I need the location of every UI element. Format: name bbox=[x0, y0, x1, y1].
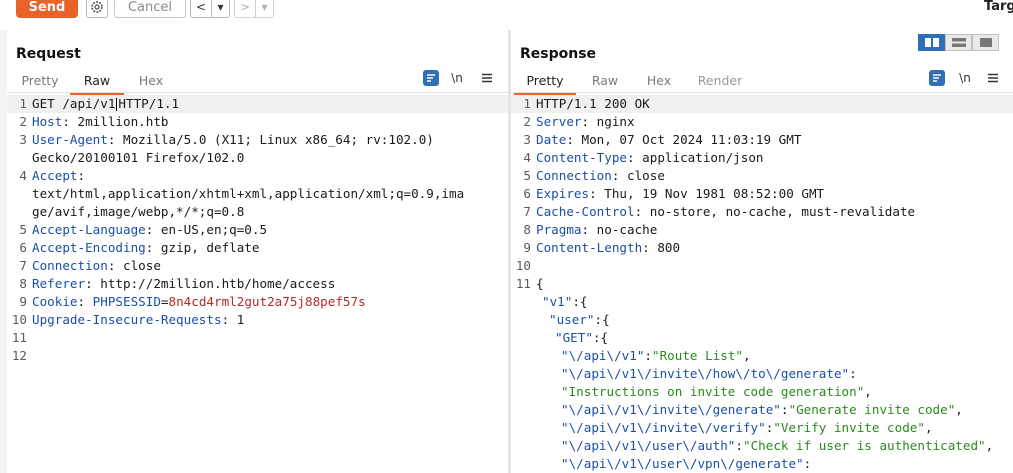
response-tab-raw[interactable]: Raw bbox=[576, 70, 634, 92]
json-line: "GET":{ bbox=[555, 330, 609, 345]
request-panel: Request Pretty Raw Hex \n 1 GET /api/v1 HT… bbox=[7, 30, 508, 473]
json-line: "\/api\/v1\/user\/auth":"Check if user i… bbox=[561, 438, 994, 453]
request-line-wrap: text/html,application/xhtml+xml,applicat… bbox=[32, 186, 465, 201]
left-edge-strip bbox=[0, 30, 7, 473]
response-tabs: Pretty Raw Hex Render bbox=[514, 70, 756, 95]
request-tabs: Pretty Raw Hex bbox=[10, 70, 178, 95]
forward-history-dropdown[interactable]: ▾ bbox=[256, 0, 273, 17]
json-line: "\/api\/v1\/user\/vpn\/generate": bbox=[561, 456, 812, 471]
single-pane-icon bbox=[979, 38, 992, 47]
request-tab-hex[interactable]: Hex bbox=[124, 70, 178, 92]
json-line: "user":{ bbox=[549, 312, 610, 327]
response-line: 4 Content-Type: application/json bbox=[523, 150, 764, 165]
response-line: 11{ bbox=[515, 276, 544, 291]
request-line: 11 bbox=[11, 330, 27, 345]
top-toolbar: Send Cancel < ▾ > ▾ Targ bbox=[0, 0, 1013, 22]
json-line: "v1":{ bbox=[542, 294, 588, 309]
forward-nav-group: > ▾ bbox=[234, 0, 274, 18]
request-line: 10 Upgrade-Insecure-Requests: 1 bbox=[11, 312, 245, 327]
back-history-dropdown[interactable]: ▾ bbox=[212, 0, 229, 17]
request-line-wrap: ge/avif,image/webp,*/*;q=0.8 bbox=[32, 204, 245, 219]
request-menu-button[interactable] bbox=[479, 70, 495, 86]
json-line: "\/api\/v1\/invite\/generate":"Generate … bbox=[561, 402, 963, 417]
columns-icon bbox=[924, 38, 939, 47]
request-line: 7 Connection: close bbox=[19, 258, 161, 273]
response-line: 3 Date: Mon, 07 Oct 2024 11:03:19 GMT bbox=[523, 132, 802, 147]
request-line: 3 User-Agent: Mozilla/5.0 (X11; Linux x86… bbox=[19, 132, 434, 147]
back-nav-group: < ▾ bbox=[190, 0, 230, 18]
request-line-wrap: Gecko/20100101 Firefox/102.0 bbox=[32, 150, 245, 165]
json-line: "\/api\/v1\/invite\/how\/to\/generate": bbox=[561, 366, 857, 381]
target-label[interactable]: Targ bbox=[984, 0, 1013, 14]
json-line: "Instructions on invite code generation"… bbox=[561, 384, 872, 399]
response-line: 8 Pragma: no-cache bbox=[523, 222, 658, 237]
response-pretty-format-button[interactable] bbox=[929, 70, 945, 86]
response-newline-toggle[interactable]: \n bbox=[957, 70, 973, 86]
request-line: 5 Accept-Language: en-US,en;q=0.5 bbox=[19, 222, 268, 237]
response-line: 2 Server: nginx bbox=[523, 114, 635, 129]
request-tab-underline bbox=[7, 92, 508, 93]
response-tab-underline bbox=[511, 92, 1013, 93]
layout-tabs-button[interactable] bbox=[972, 34, 999, 51]
settings-gear-button[interactable] bbox=[86, 0, 108, 18]
response-line: 6 Expires: Thu, 19 Nov 1981 08:52:00 GMT bbox=[523, 186, 825, 201]
request-line: 6 Accept-Encoding: gzip, deflate bbox=[19, 240, 260, 255]
response-menu-button[interactable] bbox=[985, 70, 1001, 86]
rows-icon bbox=[951, 38, 966, 47]
back-button[interactable]: < bbox=[191, 0, 212, 17]
response-line: 7 Cache-Control: no-store, no-cache, must… bbox=[523, 204, 916, 219]
request-line: 12 bbox=[11, 348, 27, 363]
response-line: 5 Connection: close bbox=[523, 168, 665, 183]
forward-button[interactable]: > bbox=[235, 0, 256, 17]
json-line: "\/api\/v1\/invite\/verify":"Verify invi… bbox=[561, 420, 933, 435]
response-editor[interactable]: 1 HTTP/1.1 200 OK 2 Server: nginx 3 Date: M… bbox=[511, 95, 1013, 473]
request-newline-toggle[interactable]: \n bbox=[449, 70, 465, 86]
response-line: 1 HTTP/1.1 200 OK bbox=[511, 95, 1013, 113]
layout-stacked-button[interactable] bbox=[945, 34, 972, 51]
layout-side-by-side-button[interactable] bbox=[918, 34, 945, 51]
request-title: Request bbox=[16, 46, 81, 62]
request-line: 4 Accept: bbox=[19, 168, 86, 183]
json-line: "\/api\/v1":"Route List", bbox=[561, 348, 751, 363]
hamburger-menu-icon bbox=[482, 73, 492, 83]
response-line: 9 Content-Length: 800 bbox=[523, 240, 681, 255]
layout-toggle bbox=[918, 34, 999, 51]
hamburger-menu-icon bbox=[988, 73, 998, 83]
request-line: 9 Cookie: PHPSESSID=8n4cd4rml2gut2a75j88p… bbox=[19, 294, 366, 309]
response-tab-render[interactable]: Render bbox=[684, 70, 756, 92]
gear-icon bbox=[91, 1, 103, 13]
request-pretty-format-button[interactable] bbox=[423, 70, 439, 86]
response-line: 10 bbox=[515, 258, 531, 273]
request-tab-pretty[interactable]: Pretty bbox=[10, 70, 70, 92]
request-line: 8 Referer: http://2million.htb/home/acces… bbox=[19, 276, 336, 291]
response-title: Response bbox=[520, 46, 597, 62]
response-panel: Response Pretty Raw Hex Render \n 1 HTTP/… bbox=[511, 30, 1013, 473]
request-editor[interactable]: 1 GET /api/v1 HTTP/1.1 2 Host: 2million.htb… bbox=[7, 95, 508, 473]
response-tab-hex[interactable]: Hex bbox=[634, 70, 684, 92]
cancel-button[interactable]: Cancel bbox=[114, 0, 186, 18]
request-line: 1 GET /api/v1 HTTP/1.1 bbox=[7, 95, 508, 113]
format-doc-icon bbox=[929, 70, 945, 86]
request-line: 2 Host: 2million.htb bbox=[19, 114, 169, 129]
send-button[interactable]: Send bbox=[16, 0, 78, 18]
format-doc-icon bbox=[423, 70, 439, 86]
